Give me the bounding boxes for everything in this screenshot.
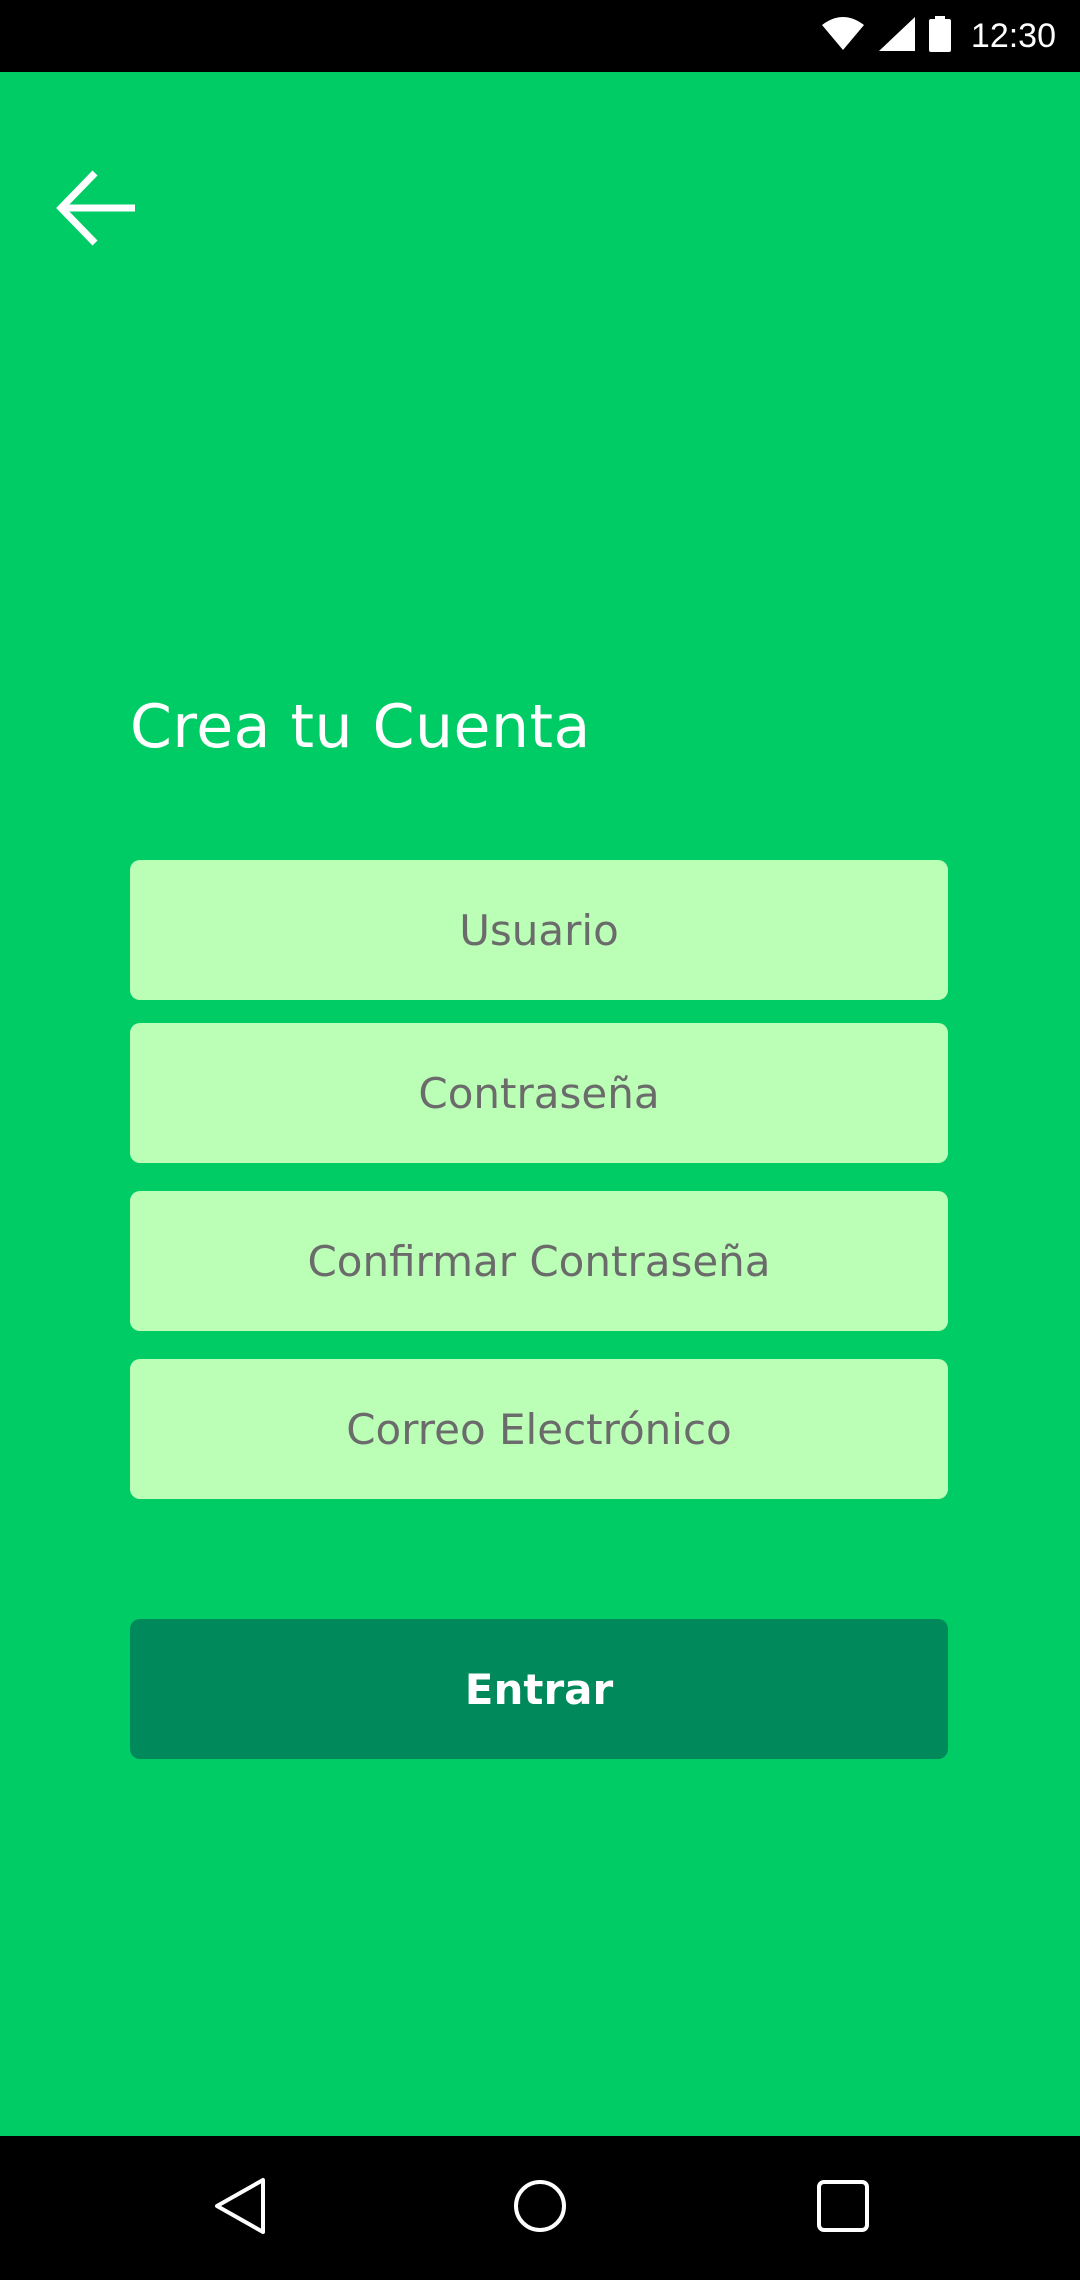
navigation-bar — [0, 2136, 1080, 2280]
battery-icon — [928, 16, 951, 56]
back-button[interactable] — [44, 158, 148, 262]
nav-back-button[interactable] — [190, 2158, 290, 2258]
username-field[interactable] — [130, 860, 948, 1000]
wifi-icon — [821, 17, 865, 55]
status-bar: 12:30 — [0, 0, 1080, 72]
nav-home-button[interactable] — [490, 2158, 590, 2258]
back-triangle-icon — [213, 2177, 267, 2239]
home-circle-icon — [512, 2178, 568, 2238]
confirm-password-field[interactable] — [130, 1191, 948, 1331]
status-time: 12:30 — [970, 16, 1056, 55]
signal-icon — [878, 17, 915, 55]
recents-square-icon — [816, 2179, 870, 2237]
page-title: Crea tu Cuenta — [130, 692, 591, 762]
app-screen: Crea tu Cuenta Entrar — [0, 72, 1080, 2136]
arrow-left-icon — [53, 165, 139, 255]
submit-button[interactable]: Entrar — [130, 1619, 948, 1759]
status-icons: 12:30 — [821, 0, 1056, 72]
email-field[interactable] — [130, 1359, 948, 1499]
password-field[interactable] — [130, 1023, 948, 1163]
nav-recents-button[interactable] — [793, 2158, 893, 2258]
